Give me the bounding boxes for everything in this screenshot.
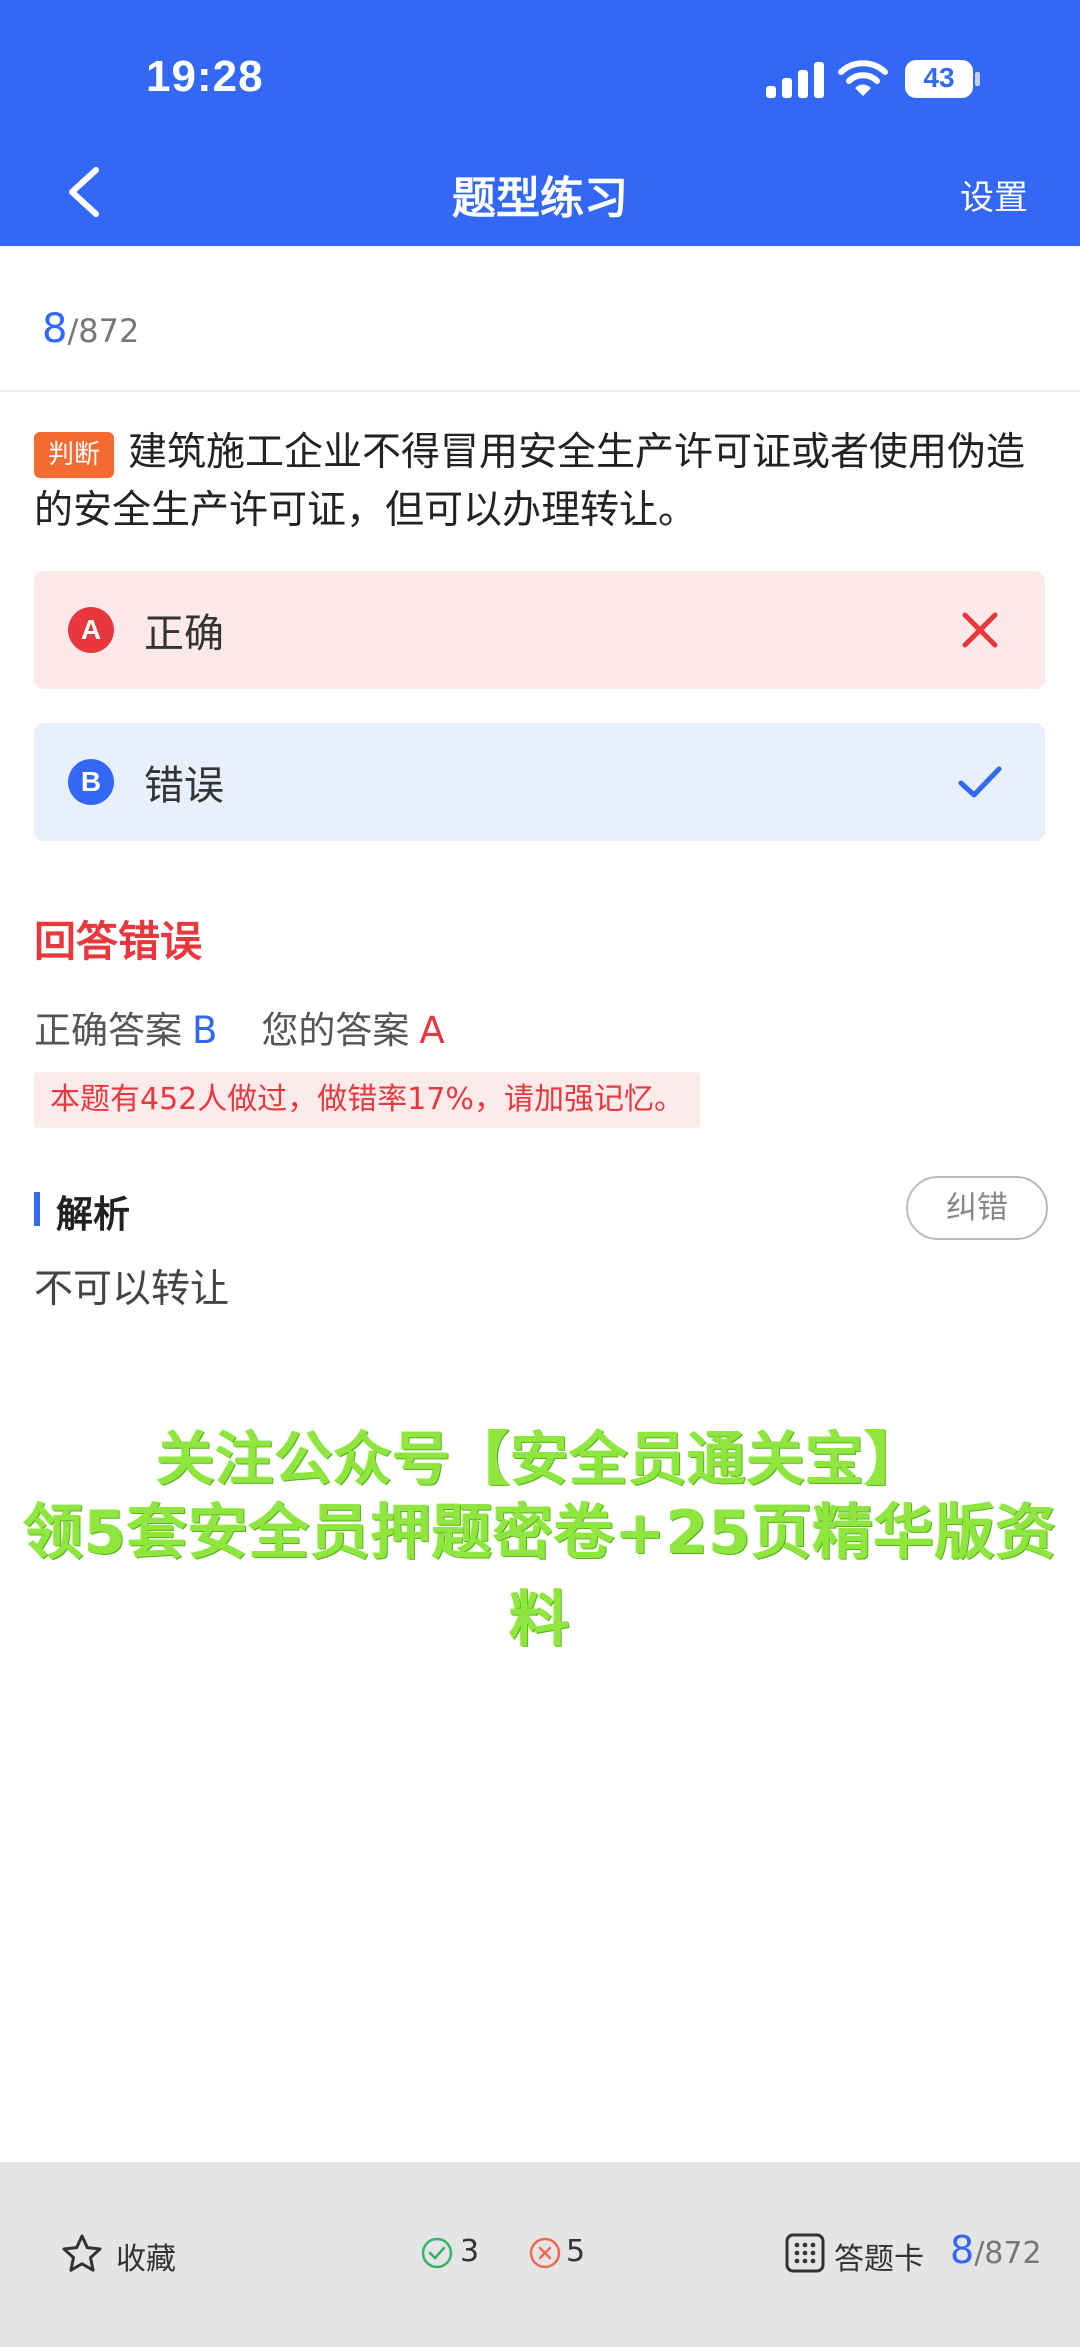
analysis-title: 解析 <box>56 1193 130 1236</box>
answer-summary: 正确答案 B 您的答案 A <box>34 1000 445 1054</box>
status-time: 19:28 <box>146 52 264 101</box>
option-a[interactable]: A 正确 <box>34 571 1045 689</box>
bottom-counter-total: /872 <box>974 2236 1042 2271</box>
error-rate-notice: 本题有452人做过，做错率17%，请加强记忆。 <box>34 1072 700 1128</box>
cellular-signal-icon <box>766 62 824 98</box>
check-icon <box>958 766 1002 798</box>
bottom-toolbar: 收藏 3 5 答题卡 8/872 <box>0 2162 1080 2347</box>
bottom-counter: 8/872 <box>950 2228 1042 2272</box>
option-a-letter: A <box>68 607 114 653</box>
bottom-counter-current: 8 <box>950 2228 975 2272</box>
battery-icon: 43 <box>904 58 982 100</box>
question-type-badge: 判断 <box>34 432 115 478</box>
settings-button[interactable]: 设置 <box>960 170 1028 219</box>
cross-icon <box>962 612 998 648</box>
counter-current: 8 <box>42 306 68 352</box>
report-error-button[interactable]: 纠错 <box>906 1176 1048 1240</box>
battery-level: 43 <box>923 62 955 93</box>
analysis-marker <box>34 1192 40 1226</box>
correct-answer-value: B <box>192 1009 218 1052</box>
page-title: 题型练习 <box>452 173 628 224</box>
result-title: 回答错误 <box>34 917 203 966</box>
wrong-count: 5 <box>566 2234 586 2269</box>
counter-total: /872 <box>67 312 140 350</box>
right-count: 3 <box>460 2234 480 2269</box>
option-b[interactable]: B 错误 <box>34 723 1045 841</box>
wifi-icon <box>838 60 888 96</box>
grid-icon[interactable] <box>784 2232 826 2274</box>
correct-answer-label: 正确答案 <box>34 1009 182 1052</box>
promo-line-2: 领5套安全员押题密卷+25页精华版资料 <box>23 1498 1057 1655</box>
star-icon[interactable] <box>60 2232 104 2276</box>
cross-circle-icon <box>529 2237 561 2269</box>
question-text: 建筑施工企业不得冒用安全生产许可证或者使用伪造的安全生产许可证，但可以办理转让。 <box>34 430 1026 533</box>
your-answer-label: 您的答案 <box>261 1009 410 1052</box>
check-circle-icon <box>421 2237 453 2269</box>
analysis-text: 不可以转让 <box>34 1267 230 1312</box>
option-b-text: 错误 <box>144 763 224 809</box>
option-a-text: 正确 <box>144 611 224 657</box>
question-counter: 8/872 <box>42 306 139 352</box>
app-header: 19:28 43 题型练习 设置 <box>0 0 1080 246</box>
your-answer-value: A <box>419 1009 445 1052</box>
answer-card-button[interactable]: 答题卡 <box>834 2234 924 2278</box>
question: 判断 建筑施工企业不得冒用安全生产许可证或者使用伪造的安全生产许可证，但可以办理转… <box>34 424 1046 540</box>
option-b-letter: B <box>68 759 114 805</box>
divider <box>0 390 1080 392</box>
favorite-button[interactable]: 收藏 <box>116 2234 176 2278</box>
